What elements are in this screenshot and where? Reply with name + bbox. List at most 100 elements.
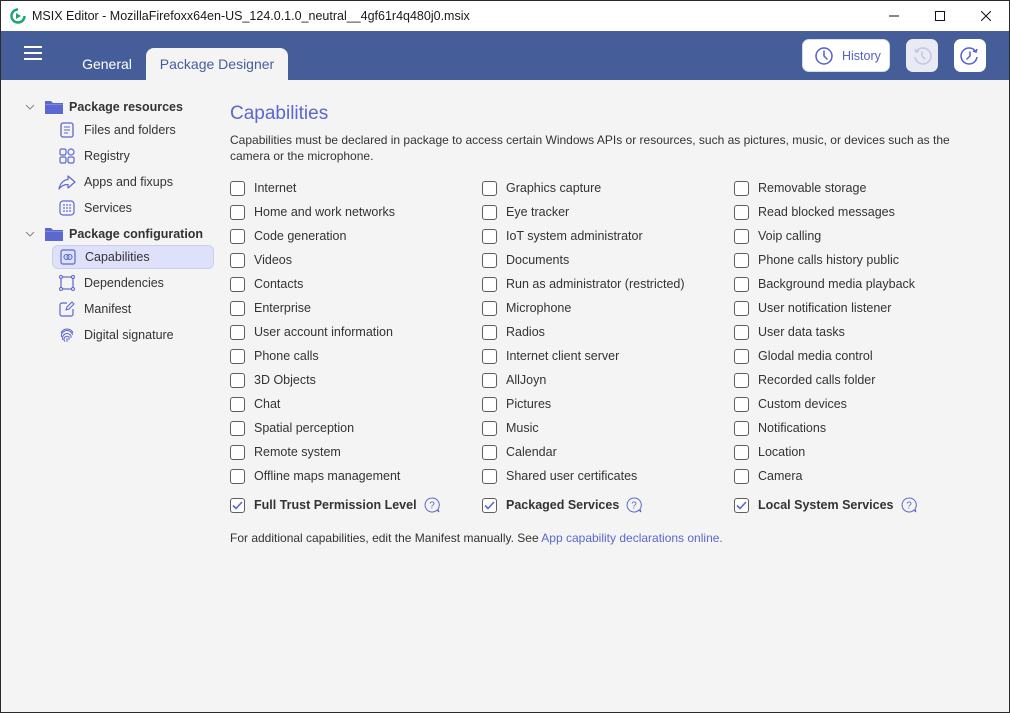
checkbox-unchecked[interactable] [734,300,749,316]
capability-music-checkbox[interactable]: Music [482,416,732,440]
capability-microphone-checkbox[interactable]: Microphone [482,296,732,320]
capability-enterprise-checkbox[interactable]: Enterprise [230,296,480,320]
packaged-services-checkbox[interactable]: Packaged Services? [482,493,643,517]
checkbox-unchecked[interactable] [734,228,749,244]
capability-camera-checkbox[interactable]: Camera [734,464,984,488]
checkbox-unchecked[interactable] [230,396,245,412]
checkbox-unchecked[interactable] [482,276,497,292]
sidebar-item-capabilities[interactable]: Capabilities [52,245,214,269]
checkbox-unchecked[interactable] [230,180,245,196]
checkbox-unchecked[interactable] [734,348,749,364]
capability-videos-checkbox[interactable]: Videos [230,248,480,272]
capability-pictures-checkbox[interactable]: Pictures [482,392,732,416]
checkbox-unchecked[interactable] [482,468,497,484]
checkbox-unchecked[interactable] [734,252,749,268]
capability-declarations-link[interactable]: App capability declarations online. [541,531,722,545]
checkbox-unchecked[interactable] [734,396,749,412]
checkbox-unchecked[interactable] [482,396,497,412]
checkbox-unchecked[interactable] [734,276,749,292]
checkbox-unchecked[interactable] [482,444,497,460]
capability-remote-system-checkbox[interactable]: Remote system [230,440,480,464]
checkbox-unchecked[interactable] [230,420,245,436]
capability-code-generation-checkbox[interactable]: Code generation [230,224,480,248]
capability-chat-checkbox[interactable]: Chat [230,392,480,416]
checkbox-unchecked[interactable] [482,348,497,364]
capability-contacts-checkbox[interactable]: Contacts [230,272,480,296]
checkbox-unchecked[interactable] [734,372,749,388]
checkbox-unchecked[interactable] [734,204,749,220]
checkbox-unchecked[interactable] [482,420,497,436]
minimize-button[interactable] [871,1,917,31]
capability-spatial-perception-checkbox[interactable]: Spatial perception [230,416,480,440]
close-button[interactable] [963,1,1009,31]
checkbox-unchecked[interactable] [230,468,245,484]
checkbox-unchecked[interactable] [734,444,749,460]
capability-documents-checkbox[interactable]: Documents [482,248,732,272]
sidebar-item-manifest[interactable]: Manifest [52,297,214,321]
capability-iot-system-administrator-checkbox[interactable]: IoT system administrator [482,224,732,248]
undo-button[interactable] [906,39,938,72]
capability-internet-client-server-checkbox[interactable]: Internet client server [482,344,732,368]
checkbox-unchecked[interactable] [230,228,245,244]
capability-user-notification-listener-checkbox[interactable]: User notification listener [734,296,984,320]
checkbox-unchecked[interactable] [230,372,245,388]
full-trust-permission-checkbox[interactable]: Full Trust Permission Level? [230,493,440,517]
checkbox-checked[interactable] [482,497,497,513]
sidebar-item-registry[interactable]: Registry [52,144,214,168]
checkbox-unchecked[interactable] [734,468,749,484]
capability-voip-calling-checkbox[interactable]: Voip calling [734,224,984,248]
capability-phone-calls-checkbox[interactable]: Phone calls [230,344,480,368]
sidebar-item-services[interactable]: Services [52,196,214,220]
help-question-icon[interactable]: ? [424,497,440,513]
sidebar-item-digital-signature[interactable]: Digital signature [52,323,214,347]
checkbox-unchecked[interactable] [734,180,749,196]
checkbox-unchecked[interactable] [230,324,245,340]
capability-calendar-checkbox[interactable]: Calendar [482,440,732,464]
capability-recorded-calls-folder-checkbox[interactable]: Recorded calls folder [734,368,984,392]
capability-3d-objects-checkbox[interactable]: 3D Objects [230,368,480,392]
capability-eye-tracker-checkbox[interactable]: Eye tracker [482,200,732,224]
checkbox-unchecked[interactable] [230,276,245,292]
checkbox-unchecked[interactable] [230,252,245,268]
capability-user-data-tasks-checkbox[interactable]: User data tasks [734,320,984,344]
checkbox-unchecked[interactable] [230,444,245,460]
help-question-icon[interactable]: ? [901,497,917,513]
tab-general[interactable]: General [71,48,143,80]
sidebar-item-dependencies[interactable]: Dependencies [52,271,214,295]
sidebar-group-package-configuration[interactable]: Package configuration [25,224,203,244]
sidebar-item-files-and-folders[interactable]: Files and folders [52,118,214,142]
tab-package-designer[interactable]: Package Designer [146,48,288,80]
checkbox-unchecked[interactable] [482,204,497,220]
checkbox-unchecked[interactable] [734,420,749,436]
capability-home-and-work-networks-checkbox[interactable]: Home and work networks [230,200,480,224]
sidebar-item-apps-and-fixups[interactable]: Apps and fixups [52,170,214,194]
capability-shared-user-certificates-checkbox[interactable]: Shared user certificates [482,464,732,488]
help-question-icon[interactable]: ? [626,497,643,513]
capability-glodal-media-control-checkbox[interactable]: Glodal media control [734,344,984,368]
capability-background-media-playback-checkbox[interactable]: Background media playback [734,272,984,296]
capability-notifications-checkbox[interactable]: Notifications [734,416,984,440]
checkbox-unchecked[interactable] [482,372,497,388]
hamburger-menu-button[interactable] [24,46,42,60]
capability-run-as-administrator-restricted-checkbox[interactable]: Run as administrator (restricted) [482,272,732,296]
capability-removable-storage-checkbox[interactable]: Removable storage [734,176,984,200]
local-system-services-checkbox[interactable]: Local System Services? [734,493,917,517]
capability-radios-checkbox[interactable]: Radios [482,320,732,344]
checkbox-unchecked[interactable] [230,300,245,316]
capability-read-blocked-messages-checkbox[interactable]: Read blocked messages [734,200,984,224]
checkbox-checked[interactable] [734,497,749,513]
checkbox-unchecked[interactable] [734,324,749,340]
checkbox-unchecked[interactable] [482,180,497,196]
checkbox-unchecked[interactable] [482,228,497,244]
capability-alljoyn-checkbox[interactable]: AllJoyn [482,368,732,392]
capability-location-checkbox[interactable]: Location [734,440,984,464]
capability-phone-calls-history-public-checkbox[interactable]: Phone calls history public [734,248,984,272]
maximize-button[interactable] [917,1,963,31]
capability-custom-devices-checkbox[interactable]: Custom devices [734,392,984,416]
capability-offline-maps-management-checkbox[interactable]: Offline maps management [230,464,480,488]
checkbox-unchecked[interactable] [230,348,245,364]
capability-graphics-capture-checkbox[interactable]: Graphics capture [482,176,732,200]
checkbox-checked[interactable] [230,497,245,513]
checkbox-unchecked[interactable] [482,324,497,340]
checkbox-unchecked[interactable] [230,204,245,220]
